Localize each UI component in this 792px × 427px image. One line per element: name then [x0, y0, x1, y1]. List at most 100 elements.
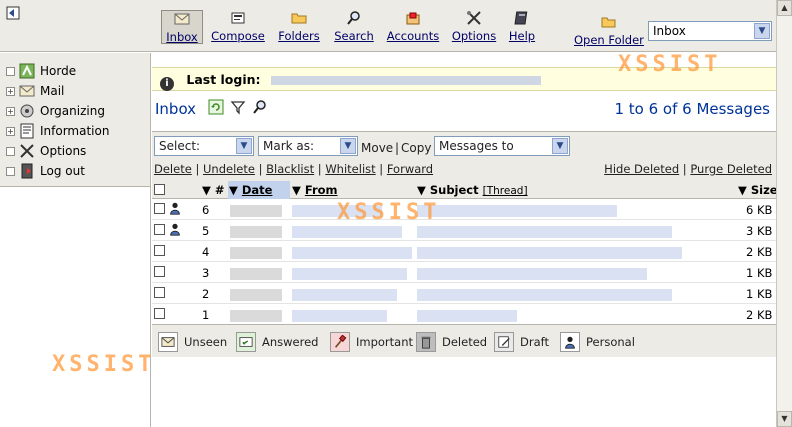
messages-to-dropdown[interactable]: Messages to ▼: [434, 136, 570, 156]
icon-legend: Unseen Answered Important Deleted Draft …: [152, 324, 776, 357]
copy-link[interactable]: Copy: [401, 141, 431, 155]
thread-link[interactable]: [Thread]: [483, 185, 528, 197]
redacted-date: [230, 204, 282, 217]
back-icon[interactable]: [5, 5, 21, 21]
row-checkbox[interactable]: [154, 203, 165, 214]
sidebar-item-options[interactable]: Options: [0, 141, 150, 161]
hide-deleted-link[interactable]: Hide Deleted: [604, 162, 679, 176]
message-count: 1 to 6 of 6 Messages: [614, 100, 770, 118]
open-folder-button[interactable]: Open Folder: [574, 14, 644, 47]
row-size: 3 KB: [746, 224, 773, 238]
redacted-subject[interactable]: [417, 309, 517, 322]
select-dropdown[interactable]: Select: ▼: [154, 136, 254, 156]
sidebar-item-logout[interactable]: Log out: [0, 161, 150, 181]
row-checkbox[interactable]: [154, 287, 165, 298]
vertical-scrollbar[interactable]: ▲ ▼: [776, 0, 792, 427]
row-checkbox[interactable]: [154, 308, 165, 319]
redacted-date: [230, 225, 282, 238]
scroll-down-icon[interactable]: ▼: [777, 411, 792, 427]
redacted-sender[interactable]: [292, 288, 397, 301]
expander-icon[interactable]: [6, 146, 15, 156]
row-size: 1 KB: [746, 287, 773, 301]
options-button[interactable]: Options: [451, 10, 497, 44]
table-row[interactable]: 3 1 KB: [152, 262, 776, 283]
redacted-subject[interactable]: [417, 288, 672, 301]
whitelist-link[interactable]: Whitelist: [325, 162, 375, 176]
open-folder-icon: [601, 17, 616, 28]
move-link[interactable]: Move: [361, 141, 393, 155]
sidebar-item-horde[interactable]: Horde: [0, 61, 150, 81]
redacted-subject[interactable]: [417, 225, 672, 238]
help-button[interactable]: Help: [507, 10, 537, 44]
redacted-sender[interactable]: [292, 246, 412, 259]
unseen-icon: [161, 337, 175, 347]
row-number: 2: [202, 287, 210, 301]
table-row[interactable]: 1 2 KB: [152, 304, 776, 325]
forward-link[interactable]: Forward: [387, 162, 433, 176]
blacklist-link[interactable]: Blacklist: [266, 162, 314, 176]
row-number: 4: [202, 245, 210, 259]
deleted-icon: [421, 336, 431, 349]
row-size: 2 KB: [746, 308, 773, 322]
sidebar-item-mail[interactable]: + Mail: [0, 81, 150, 101]
personal-icon: [170, 202, 180, 215]
message-table: ▼ # ▼ Date ▼ From ▼ Subject [Thread] ▼ S…: [152, 181, 778, 325]
redacted-subject[interactable]: [417, 246, 682, 259]
table-row[interactable]: 6 6 KB: [152, 199, 776, 220]
column-size[interactable]: ▼ Size: [738, 183, 778, 197]
table-row[interactable]: 2 1 KB: [152, 283, 776, 304]
expand-plus-icon[interactable]: +: [6, 126, 15, 136]
folder-select[interactable]: Inbox ▼: [648, 21, 772, 41]
undelete-link[interactable]: Undelete: [203, 162, 255, 176]
folders-button[interactable]: Folders: [277, 10, 321, 44]
row-checkbox[interactable]: [154, 245, 165, 256]
redacted-subject[interactable]: [417, 204, 617, 217]
personal-icon: [170, 223, 180, 236]
column-from[interactable]: ▼ From: [292, 183, 338, 197]
sidebar-item-organizing[interactable]: + Organizing: [0, 101, 150, 121]
help-icon: [514, 11, 528, 25]
purge-deleted-link[interactable]: Purge Deleted: [690, 162, 772, 176]
horde-icon: [19, 63, 35, 79]
column-subject[interactable]: ▼ Subject [Thread]: [417, 183, 528, 197]
table-header: ▼ # ▼ Date ▼ From ▼ Subject [Thread] ▼ S…: [152, 181, 778, 199]
envelope-icon: [174, 13, 190, 25]
accounts-button[interactable]: Accounts: [386, 10, 440, 44]
answered-icon: [239, 337, 253, 347]
delete-link[interactable]: Delete: [154, 162, 192, 176]
search-button[interactable]: Search: [332, 10, 376, 44]
expand-plus-icon[interactable]: +: [6, 86, 15, 96]
draft-icon: [498, 336, 510, 348]
row-checkbox[interactable]: [154, 266, 165, 277]
redacted-sender[interactable]: [292, 309, 387, 322]
row-number: 1: [202, 308, 210, 322]
expand-plus-icon[interactable]: +: [6, 106, 15, 116]
refresh-icon[interactable]: [208, 99, 224, 115]
mark-as-dropdown[interactable]: Mark as: ▼: [258, 136, 358, 156]
expander-icon[interactable]: [6, 66, 15, 76]
filter-icon[interactable]: [230, 99, 246, 115]
inbox-button[interactable]: Inbox: [161, 10, 203, 44]
scroll-up-icon[interactable]: ▲: [777, 0, 792, 16]
column-number[interactable]: ▼ #: [202, 183, 225, 197]
search-icon[interactable]: [252, 99, 268, 115]
sidebar-item-information[interactable]: + Information: [0, 121, 150, 141]
redacted-date: [230, 309, 282, 322]
mailbox-controls: Select: ▼ Mark as: ▼ Move | Copy Message…: [152, 131, 776, 181]
column-date[interactable]: ▼ Date: [229, 183, 272, 197]
main-content: i Last login: Inbox 1 to 6 of 6 Messages…: [152, 53, 778, 427]
legend-important: Important: [330, 331, 413, 353]
redacted-subject[interactable]: [417, 267, 647, 280]
redacted-sender[interactable]: [292, 225, 402, 238]
compose-button[interactable]: Compose: [210, 10, 266, 44]
redacted-sender[interactable]: [292, 267, 407, 280]
row-checkbox[interactable]: [154, 224, 165, 235]
table-row[interactable]: 4 2 KB: [152, 241, 776, 262]
select-all-checkbox[interactable]: [154, 184, 165, 195]
table-row[interactable]: 5 3 KB: [152, 220, 776, 241]
expander-icon[interactable]: [6, 166, 15, 176]
folder-icon: [291, 13, 307, 24]
legend-unseen: Unseen: [158, 331, 227, 353]
title-icons: [208, 99, 268, 115]
message-rows: 6 6 KB 5 3 KB 4 2 KB 3 1 KB 2 1 KB 1 2 KB: [152, 199, 776, 325]
